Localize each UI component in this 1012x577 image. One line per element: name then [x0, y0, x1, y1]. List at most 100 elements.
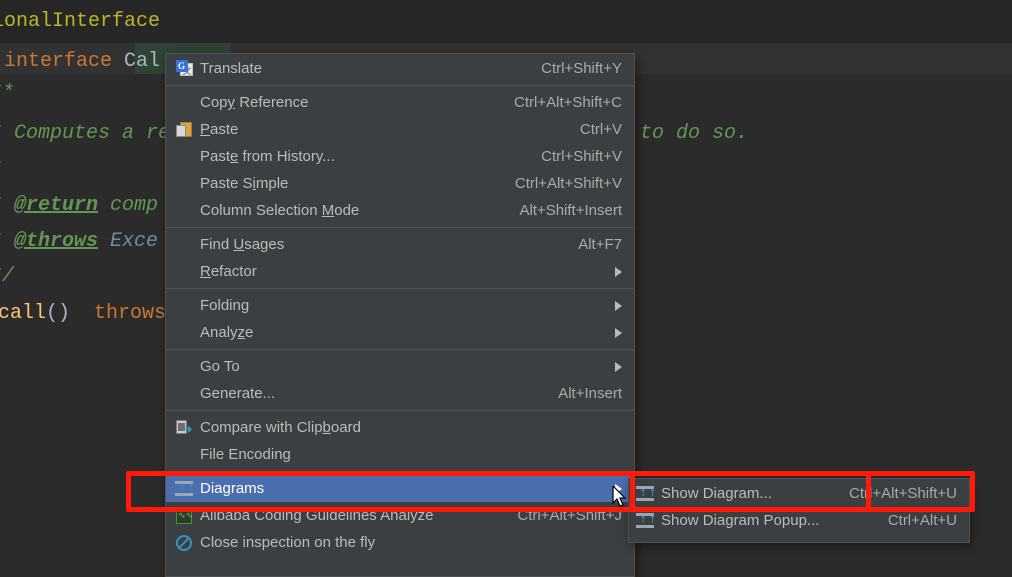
menu-item-label: Column Selection Mode	[200, 202, 360, 219]
code-token: Cal	[124, 50, 161, 73]
menu-item-label: Go To	[200, 358, 240, 375]
no-icon	[174, 385, 194, 403]
menu-item-translate[interactable]: 文 G Translate Ctrl+Shift+Y	[166, 55, 634, 82]
menu-item-copy-reference[interactable]: Copy Reference Ctrl+Alt+Shift+C	[166, 89, 634, 116]
code-token: comp	[98, 194, 159, 217]
menu-item-label: File Encoding	[200, 446, 291, 463]
paste-icon	[174, 121, 194, 139]
menu-item-label: Copy Reference	[200, 94, 309, 111]
menu-item-show-diagram-popup[interactable]: ↑↑ Show Diagram Popup... Ctrl+Alt+U	[629, 507, 969, 534]
code-token: **	[0, 82, 15, 105]
menu-item-alibaba-coding-guidelines-analyze[interactable]: ∿∿ Alibaba Coding Guidelines Analyze Ctrl+…	[166, 502, 634, 529]
code-line-5: *	[0, 158, 2, 181]
code-line-4: * Computes a re	[0, 122, 170, 145]
translate-icon-glyph: 文G	[175, 60, 193, 77]
menu-item-paste-simple[interactable]: Paste Simple Ctrl+Alt+Shift+V	[166, 170, 634, 197]
no-icon	[174, 94, 194, 112]
menu-item-close-inspection-on-the-fly[interactable]: Close inspection on the fly	[166, 529, 634, 556]
menu-item-label: Folding	[200, 297, 250, 314]
code-token: ()	[46, 302, 71, 325]
chevron-right-icon	[611, 483, 622, 494]
menu-item-label: Generate...	[200, 385, 276, 402]
diagram-icon: ↑↑	[635, 512, 657, 530]
code-line-8: */	[0, 265, 14, 288]
menu-item-shortcut: Ctrl+Alt+Shift+J	[517, 507, 622, 524]
menu-item-label: Alibaba Coding Guidelines Analyze	[200, 507, 434, 524]
screenshot-root: ionalInterface interface Cal ** * Comput…	[0, 0, 1012, 577]
menu-item-compare-with-clipboard[interactable]: ➜ Compare with Clipboard	[166, 414, 634, 441]
menu-item-shortcut: Ctrl+Alt+U	[887, 512, 957, 529]
no-icon	[174, 297, 194, 315]
no-icon	[174, 236, 194, 254]
menu-separator	[166, 288, 634, 289]
menu-item-diagrams[interactable]: ↑↑ Diagrams	[166, 475, 634, 502]
code-line-1: ionalInterface	[0, 10, 160, 33]
code-line-6: * @return comp	[0, 194, 158, 217]
menu-item-paste-from-history[interactable]: Paste from History... Ctrl+Shift+V	[166, 143, 634, 170]
menu-item-label: Translate	[200, 60, 262, 77]
menu-item-generate[interactable]: Generate... Alt+Insert	[166, 380, 634, 407]
no-icon	[174, 148, 194, 166]
menu-item-shortcut: Alt+Shift+Insert	[519, 202, 622, 219]
editor-context-menu[interactable]: 文 G Translate Ctrl+Shift+Y Copy Reference Ctr…	[165, 53, 635, 577]
menu-separator	[166, 349, 634, 350]
no-icon	[174, 202, 194, 220]
menu-item-column-selection-mode[interactable]: Column Selection Mode Alt+Shift+Insert	[166, 197, 634, 224]
menu-separator	[166, 471, 634, 472]
code-line-9: call() throws	[0, 302, 166, 325]
menu-separator	[166, 85, 634, 86]
menu-item-go-to[interactable]: Go To	[166, 353, 634, 380]
diagram-icon-glyph: ↑↑	[175, 481, 196, 496]
menu-item-label: Diagrams	[200, 480, 265, 497]
menu-item-shortcut: Alt+F7	[578, 236, 622, 253]
no-inspection-icon	[174, 534, 194, 552]
menu-item-refactor[interactable]: Refactor	[166, 258, 634, 285]
menu-item-shortcut: Ctrl+Shift+Y	[541, 60, 622, 77]
code-token: throws	[70, 302, 167, 325]
chevron-right-icon	[611, 300, 622, 311]
menu-item-folding[interactable]: Folding	[166, 292, 634, 319]
diagrams-submenu[interactable]: ↑↑ Show Diagram... Ctrl+Alt+Shift+U ↑↑ Show …	[628, 478, 970, 543]
translate-icon: 文G	[174, 60, 194, 78]
menu-item-paste[interactable]: Paste Ctrl+V	[166, 116, 634, 143]
diagram-icon-glyph: ↑↑	[636, 513, 657, 528]
code-token: */	[0, 265, 15, 288]
menu-item-analyze[interactable]: Analyze	[166, 319, 634, 346]
menu-item-label: Paste Simple	[200, 175, 289, 192]
chevron-right-icon	[611, 327, 622, 338]
code-token: call	[0, 302, 47, 325]
code-line-7: * @throws Exce	[0, 230, 158, 253]
code-token: *	[0, 230, 14, 253]
menu-item-shortcut: Alt+Insert	[558, 385, 622, 402]
menu-separator	[166, 227, 634, 228]
menu-item-label: Compare with Clipboard	[200, 419, 361, 436]
diagram-icon-glyph: ↑↑	[636, 486, 657, 501]
menu-item-file-encoding[interactable]: File Encoding	[166, 441, 634, 468]
no-inspection-icon-glyph	[176, 534, 192, 551]
code-token: * Computes a re	[0, 122, 171, 145]
chevron-right-icon	[611, 266, 622, 277]
code-token: @return	[14, 194, 99, 217]
code-token: *	[0, 158, 2, 181]
menu-item-shortcut: Ctrl+Shift+V	[541, 148, 622, 165]
menu-item-label: Paste	[200, 121, 239, 138]
compare-clipboard-icon-glyph: ➜	[175, 419, 193, 436]
menu-item-shortcut: Ctrl+V	[579, 121, 622, 138]
no-icon	[174, 446, 194, 464]
alibaba-icon-glyph: ∿∿	[176, 507, 193, 524]
menu-item-find-usages[interactable]: Find Usages Alt+F7	[166, 231, 634, 258]
code-line-2: interface Cal	[0, 50, 160, 73]
no-icon	[174, 358, 194, 376]
menu-item-label: Refactor	[200, 263, 257, 280]
menu-item-label: Show Diagram Popup...	[661, 512, 820, 529]
menu-item-label: Find Usages	[200, 236, 285, 253]
menu-item-label: Paste from History...	[200, 148, 335, 165]
code-token: *	[0, 194, 14, 217]
diagram-icon: ↑↑	[635, 485, 657, 503]
code-token: ionalInterface	[0, 10, 161, 33]
menu-item-show-diagram[interactable]: ↑↑ Show Diagram... Ctrl+Alt+Shift+U	[629, 480, 969, 507]
code-token: Exce	[110, 230, 159, 253]
no-icon	[174, 263, 194, 281]
code-token: interface	[0, 50, 125, 73]
